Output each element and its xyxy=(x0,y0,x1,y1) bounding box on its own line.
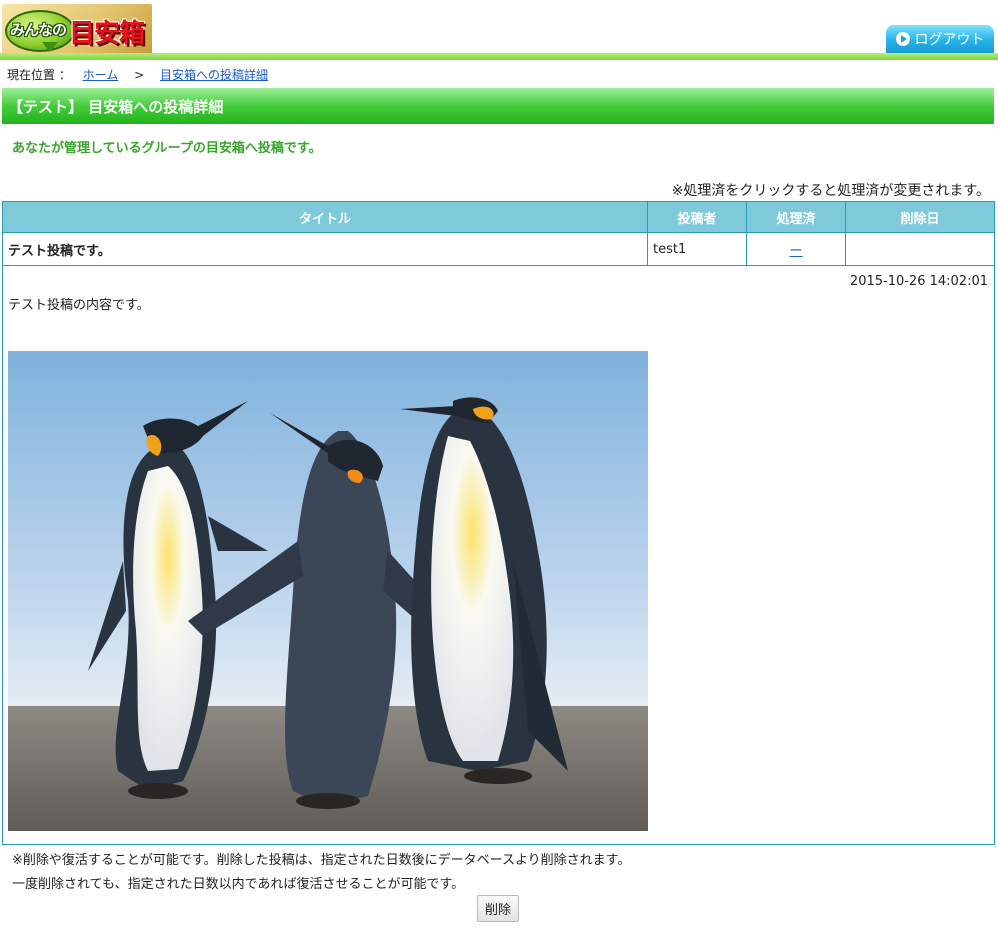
post-body-row: 2015-10-26 14:02:01 テスト投稿の内容です。 xyxy=(2,265,995,845)
logo[interactable]: みんなの 目安箱 xyxy=(2,4,152,54)
header-deleted-date: 削除日 xyxy=(845,201,995,233)
breadcrumb-current-link[interactable]: 目安箱への投稿詳細 xyxy=(160,68,268,82)
post-body-text: テスト投稿の内容です。 xyxy=(8,298,150,313)
post-table: タイトル 投稿者 処理済 削除日 テスト投稿です。 test1 ー 2015-1… xyxy=(2,201,995,845)
note-line-2: 一度削除されても、指定された日数以内であれば復活させることが可能です。 xyxy=(12,877,465,892)
header: みんなの 目安箱 ログアウト xyxy=(0,0,998,60)
breadcrumb-home-link[interactable]: ホーム xyxy=(83,68,119,82)
logo-text-big: 目安箱 xyxy=(69,19,145,49)
table-header-row: タイトル 投稿者 処理済 削除日 xyxy=(2,201,995,233)
table-row: テスト投稿です。 test1 ー xyxy=(2,232,995,266)
post-image xyxy=(8,351,648,831)
logout-button[interactable]: ログアウト xyxy=(886,25,994,53)
notes: ※削除や復活することが可能です。削除した投稿は、指定された日数後にデータベースよ… xyxy=(12,849,630,897)
note-line-1: ※削除や復活することが可能です。削除した投稿は、指定された日数後にデータベースよ… xyxy=(12,853,631,868)
header-processed: 処理済 xyxy=(746,201,846,233)
deleted-date-cell xyxy=(845,232,995,266)
play-circle-icon xyxy=(895,32,910,46)
breadcrumb-label: 現在位置 ： xyxy=(7,68,71,82)
header-title: タイトル xyxy=(2,201,648,233)
delete-button[interactable]: 削除 xyxy=(477,895,519,922)
header-author: 投稿者 xyxy=(647,201,747,233)
click-note: ※処理済をクリックすると処理済が変更されます。 xyxy=(671,183,990,199)
breadcrumb-separator: > xyxy=(134,68,145,82)
logout-label: ログアウト xyxy=(914,32,985,48)
post-author: test1 xyxy=(647,232,747,266)
logo-bubble-tail xyxy=(42,42,58,52)
logo-text-small: みんなの xyxy=(10,21,67,39)
intro-text: あなたが管理しているグループの目安箱へ投稿です。 xyxy=(12,141,322,156)
processed-toggle-link[interactable]: ー xyxy=(789,244,802,259)
header-divider xyxy=(0,53,998,60)
post-title: テスト投稿です。 xyxy=(2,232,648,266)
post-timestamp: 2015-10-26 14:02:01 xyxy=(849,274,988,289)
breadcrumb: 現在位置 ： ホーム > 目安箱への投稿詳細 xyxy=(7,66,268,83)
processed-cell: ー xyxy=(746,232,846,266)
post-body-cell: 2015-10-26 14:02:01 テスト投稿の内容です。 xyxy=(2,265,995,845)
page-title: 【テスト】 目安箱への投稿詳細 xyxy=(2,88,994,124)
